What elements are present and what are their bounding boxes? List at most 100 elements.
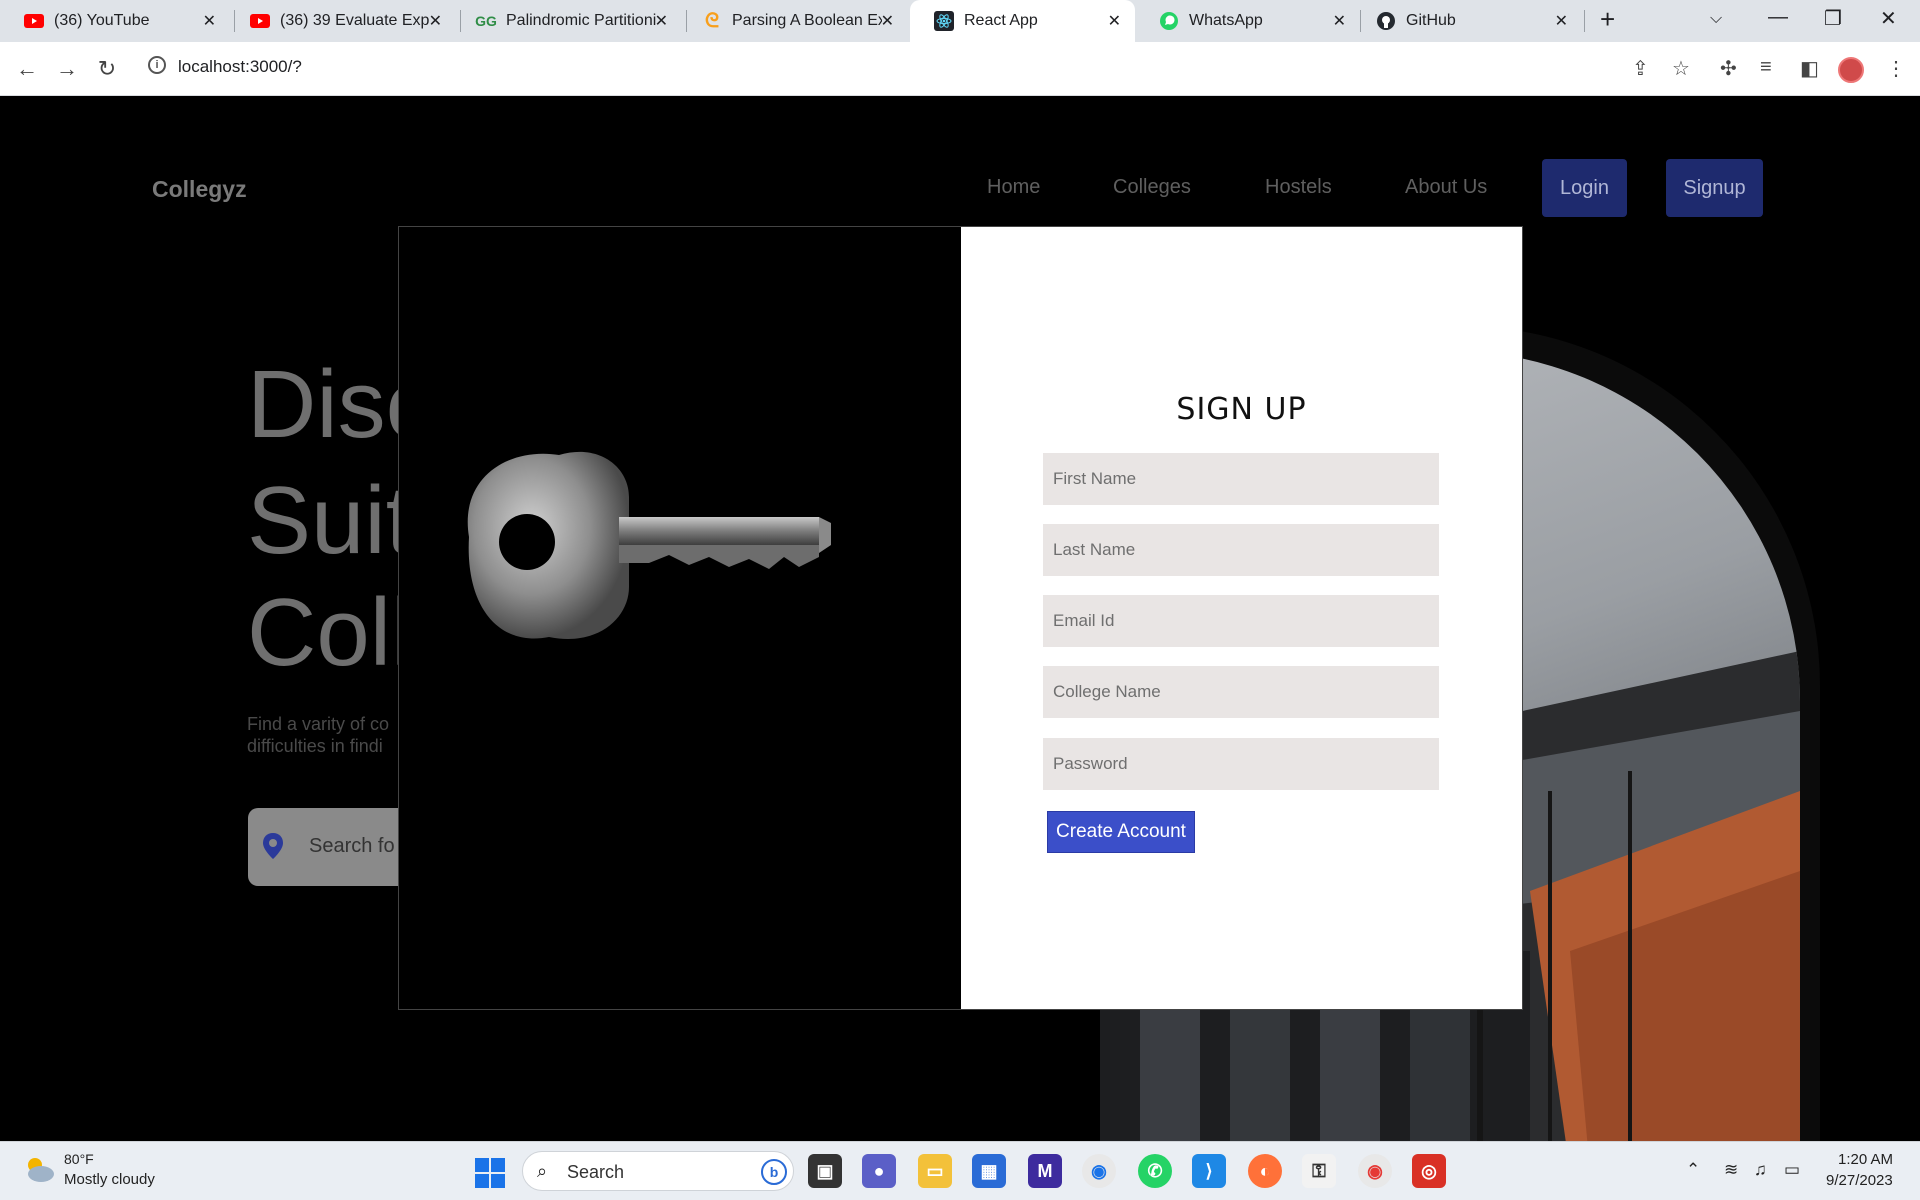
weather-cloudy-icon[interactable]	[22, 1154, 56, 1184]
nav-about-us[interactable]: About Us	[1405, 176, 1487, 199]
tab-parsing[interactable]: ᘓ Parsing A Boolean Exp ✕	[678, 0, 908, 42]
markdown-app-icon[interactable]: M	[1028, 1154, 1062, 1188]
first-name-field[interactable]	[1043, 453, 1439, 505]
signup-title: SIGN UP	[1176, 392, 1307, 427]
vscode-icon[interactable]: ⟩	[1192, 1154, 1226, 1188]
teams-chat-icon[interactable]: ●	[862, 1154, 896, 1188]
bookmark-star-icon[interactable]: ☆	[1672, 56, 1690, 81]
vpn-key-icon[interactable]: ⚿	[1302, 1154, 1336, 1188]
nav-hostels[interactable]: Hostels	[1265, 176, 1332, 199]
tab-divider	[1584, 10, 1585, 32]
clock-date[interactable]: 9/27/2023	[1826, 1172, 1893, 1189]
menu-kebab-icon[interactable]: ⋮	[1886, 56, 1906, 81]
geeksforgeeks-icon: GG	[475, 13, 497, 29]
tab-title: (36) YouTube	[54, 12, 150, 29]
whatsapp-icon[interactable]: ✆	[1138, 1154, 1172, 1188]
windows-taskbar: 80°F Mostly cloudy ⌕ Search b ▣ ● ▭ ▦ M …	[0, 1141, 1920, 1200]
last-name-field[interactable]	[1043, 524, 1439, 576]
reload-icon[interactable]: ↻	[90, 52, 124, 86]
nav-home[interactable]: Home	[987, 176, 1040, 199]
tab-title: Parsing A Boolean Exp	[732, 12, 882, 29]
whatsapp-icon	[1159, 11, 1179, 31]
bing-icon[interactable]: b	[761, 1159, 787, 1185]
new-tab-button[interactable]: +	[1600, 4, 1615, 35]
hero-description: Find a varity of co	[247, 714, 390, 734]
leetcode-icon: ᘓ	[704, 9, 720, 32]
site-brand[interactable]: Collegyz	[152, 176, 247, 203]
wifi-icon[interactable]: ≋	[1724, 1160, 1738, 1180]
close-icon[interactable]: ✕	[429, 11, 442, 31]
screen-snip-icon[interactable]: ◎	[1412, 1154, 1446, 1188]
signup-modal: SIGN UP Create Account	[398, 226, 1523, 1010]
location-pin-icon	[262, 832, 284, 860]
tab-whatsapp[interactable]: WhatsApp ✕	[1135, 0, 1360, 42]
profile-avatar[interactable]	[1838, 57, 1864, 83]
tab-youtube[interactable]: (36) YouTube ✕	[0, 0, 230, 42]
back-arrow-icon[interactable]: ←	[10, 52, 44, 86]
youtube-icon	[24, 11, 44, 31]
modal-image-panel	[399, 227, 961, 1009]
github-icon	[1376, 11, 1396, 31]
tab-title: GitHub	[1406, 12, 1456, 29]
college-name-field[interactable]	[1043, 666, 1439, 718]
email-field[interactable]	[1043, 595, 1439, 647]
battery-icon[interactable]: ▭	[1784, 1160, 1800, 1180]
close-icon[interactable]: ✕	[203, 11, 216, 31]
share-icon[interactable]: ⇪	[1632, 56, 1649, 81]
react-icon	[934, 11, 954, 31]
close-icon[interactable]: ✕	[655, 11, 668, 31]
restore-icon[interactable]: ❐	[1824, 6, 1842, 31]
url-text: localhost:3000/?	[178, 57, 302, 76]
hero-search-placeholder: Search fo	[309, 835, 395, 857]
browser-toolbar: ← → ↻ i localhost:3000/? ⇪ ☆ ✣ ≡ ◧ ⋮	[0, 42, 1920, 96]
windows-start-icon[interactable]	[475, 1158, 505, 1188]
weather-description: Mostly cloudy	[64, 1171, 155, 1188]
create-account-button[interactable]: Create Account	[1047, 811, 1195, 853]
forward-arrow-icon[interactable]: →	[50, 52, 84, 86]
extensions-puzzle-icon[interactable]: ✣	[1720, 56, 1737, 81]
hero-heading-line: Suit	[247, 467, 413, 574]
signup-button[interactable]: Signup	[1666, 159, 1763, 217]
tab-title: (36) 39 Evaluate Expre	[280, 12, 430, 29]
tab-title: WhatsApp	[1189, 12, 1263, 29]
password-field[interactable]	[1043, 738, 1439, 790]
taskbar-search[interactable]: ⌕ Search b	[522, 1151, 794, 1191]
taskbar-search-label: Search	[567, 1162, 625, 1182]
login-button[interactable]: Login	[1542, 159, 1627, 217]
media-queue-icon[interactable]: ≡	[1760, 56, 1772, 79]
browser-tab-bar: (36) YouTube ✕ (36) 39 Evaluate Expre ✕ …	[0, 0, 1920, 42]
youtube-icon	[250, 11, 270, 31]
close-icon[interactable]: ✕	[1555, 11, 1568, 31]
task-view-icon[interactable]: ▣	[808, 1154, 842, 1188]
firefox-icon[interactable]: ◐	[1248, 1154, 1282, 1188]
file-explorer-icon[interactable]: ▭	[918, 1154, 952, 1188]
tab-title: React App	[964, 12, 1038, 29]
hero-heading-line: Coll	[247, 579, 413, 686]
signup-form-panel: SIGN UP Create Account	[961, 227, 1522, 1009]
microsoft-store-icon[interactable]: ▦	[972, 1154, 1006, 1188]
search-icon: ⌕	[537, 1161, 548, 1181]
chrome-profile-icon[interactable]: ◉	[1358, 1154, 1392, 1188]
clock-time[interactable]: 1:20 AM	[1838, 1151, 1893, 1168]
tab-title: Palindromic Partitionin	[506, 12, 656, 29]
window-close-icon[interactable]: ✕	[1880, 6, 1897, 31]
site-info-icon[interactable]: i	[148, 56, 166, 74]
address-bar[interactable]: i localhost:3000/?	[140, 47, 1710, 87]
tab-search-chevron-icon[interactable]: ⌵	[1710, 10, 1722, 28]
hero-description: difficulties in findi	[247, 736, 383, 756]
tab-youtube-evaluate[interactable]: (36) 39 Evaluate Expre ✕	[226, 0, 456, 42]
key-illustration	[467, 451, 831, 639]
close-icon[interactable]: ✕	[1333, 11, 1346, 31]
tab-react-app[interactable]: React App ✕	[910, 0, 1135, 42]
tray-overflow-chevron-icon[interactable]: ⌃	[1686, 1160, 1700, 1180]
close-icon[interactable]: ✕	[1108, 11, 1121, 31]
tab-github[interactable]: GitHub ✕	[1352, 0, 1582, 42]
side-panel-icon[interactable]: ◧	[1800, 56, 1819, 81]
chrome-icon[interactable]: ◉	[1082, 1154, 1116, 1188]
weather-temperature: 80°F	[64, 1151, 94, 1167]
nav-colleges[interactable]: Colleges	[1113, 176, 1191, 199]
volume-icon[interactable]: ♫	[1754, 1160, 1767, 1180]
close-icon[interactable]: ✕	[881, 11, 894, 31]
minimize-icon[interactable]: —	[1768, 6, 1788, 29]
tab-palindromic[interactable]: GG Palindromic Partitionin ✕	[452, 0, 682, 42]
